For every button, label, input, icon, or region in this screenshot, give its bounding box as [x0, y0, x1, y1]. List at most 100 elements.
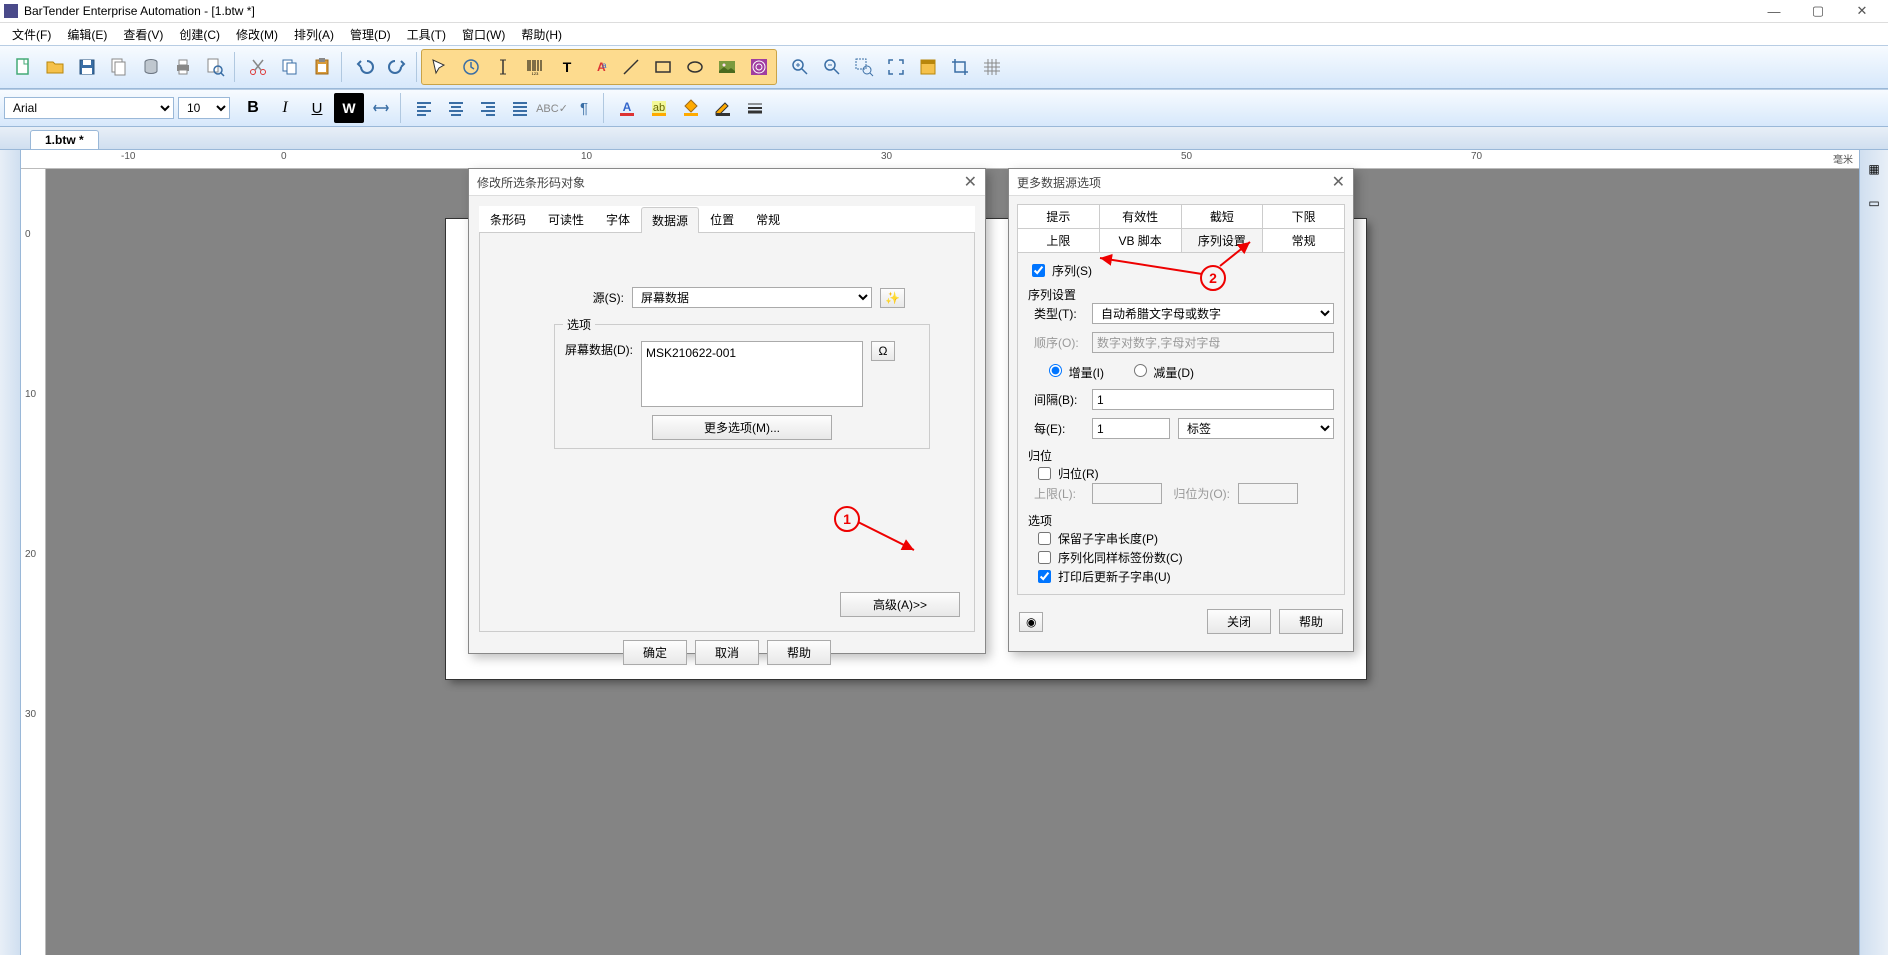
- interval-input[interactable]: [1092, 389, 1334, 410]
- keep-length-checkbox[interactable]: 保留子字串长度(P): [1034, 529, 1334, 548]
- tab-upper[interactable]: 上限: [1018, 229, 1100, 252]
- side-tool-1[interactable]: ▦: [1859, 154, 1888, 184]
- bold-icon[interactable]: B: [238, 93, 268, 123]
- cut-icon[interactable]: [243, 52, 273, 82]
- dialog2-close-icon[interactable]: ✕: [1332, 172, 1345, 192]
- tab-serialization[interactable]: 序列设置: [1182, 229, 1264, 252]
- line-icon[interactable]: [616, 52, 646, 82]
- menu-tools[interactable]: 工具(T): [399, 24, 454, 45]
- font-size-select[interactable]: 10: [178, 97, 230, 119]
- tab-barcode[interactable]: 条形码: [479, 206, 537, 232]
- justify-icon[interactable]: [505, 93, 535, 123]
- help2-button[interactable]: 帮助: [1279, 609, 1343, 634]
- serialize-copies-checkbox[interactable]: 序列化同样标签份数(C): [1034, 548, 1334, 567]
- menu-view[interactable]: 查看(V): [115, 24, 171, 45]
- paragraph-icon[interactable]: ¶: [569, 93, 599, 123]
- menu-manage[interactable]: 管理(D): [342, 24, 399, 45]
- tab-font[interactable]: 字体: [595, 206, 641, 232]
- underline-icon[interactable]: U: [302, 93, 332, 123]
- every-unit-select[interactable]: 标签: [1178, 418, 1334, 439]
- screendata-input[interactable]: [641, 341, 863, 407]
- text-icon[interactable]: T: [552, 52, 582, 82]
- redo-icon[interactable]: [382, 52, 412, 82]
- copy-icon[interactable]: [275, 52, 305, 82]
- zoom-in-icon[interactable]: [785, 52, 815, 82]
- clock-icon[interactable]: [456, 52, 486, 82]
- border-color-icon[interactable]: [708, 93, 738, 123]
- menu-window[interactable]: 窗口(W): [454, 24, 513, 45]
- close-button[interactable]: ✕: [1840, 0, 1884, 22]
- align-center-icon[interactable]: [441, 93, 471, 123]
- tab-vbscript[interactable]: VB 脚本: [1100, 229, 1182, 252]
- tab-datasource[interactable]: 数据源: [641, 207, 699, 233]
- align-left-icon[interactable]: [409, 93, 439, 123]
- new-icon[interactable]: [8, 52, 38, 82]
- menu-create[interactable]: 创建(C): [171, 24, 228, 45]
- omega-button[interactable]: Ω: [871, 341, 895, 361]
- menu-edit[interactable]: 编辑(E): [59, 24, 115, 45]
- open-icon[interactable]: [40, 52, 70, 82]
- menu-arrange[interactable]: 排列(A): [286, 24, 342, 45]
- database-icon[interactable]: [136, 52, 166, 82]
- minimize-button[interactable]: —: [1752, 0, 1796, 22]
- tab-validation[interactable]: 有效性: [1100, 205, 1182, 228]
- rectangle-icon[interactable]: [648, 52, 678, 82]
- tab-general[interactable]: 常规: [745, 206, 791, 232]
- cancel-button[interactable]: 取消: [695, 640, 759, 665]
- rfid-icon[interactable]: [744, 52, 774, 82]
- font-color-icon[interactable]: Aa: [584, 52, 614, 82]
- font-name-select[interactable]: Arial: [4, 97, 174, 119]
- menu-file[interactable]: 文件(F): [4, 24, 59, 45]
- document-tab[interactable]: 1.btw *: [30, 130, 99, 149]
- text-color-icon[interactable]: A: [612, 93, 642, 123]
- spellcheck-icon[interactable]: ABC✓: [537, 93, 567, 123]
- type-select[interactable]: 自动希腊文字母或数字: [1092, 303, 1334, 324]
- grid-icon[interactable]: [977, 52, 1007, 82]
- pointer-icon[interactable]: [424, 52, 454, 82]
- align-right-icon[interactable]: [473, 93, 503, 123]
- save-icon[interactable]: [72, 52, 102, 82]
- highlight-icon[interactable]: ab: [644, 93, 674, 123]
- source-wizard-button[interactable]: ✨: [880, 288, 905, 308]
- fit-screen-icon[interactable]: [881, 52, 911, 82]
- every-input[interactable]: [1092, 418, 1170, 439]
- close-button[interactable]: 关闭: [1207, 609, 1271, 634]
- source-select[interactable]: 屏幕数据: [632, 287, 872, 308]
- maximize-button[interactable]: ▢: [1796, 0, 1840, 22]
- barcode-icon[interactable]: 123: [520, 52, 550, 82]
- fill-color-icon[interactable]: [676, 93, 706, 123]
- menu-help[interactable]: 帮助(H): [513, 24, 570, 45]
- increment-radio[interactable]: 增量(I): [1034, 361, 1104, 381]
- actual-size-icon[interactable]: [913, 52, 943, 82]
- ok-button[interactable]: 确定: [623, 640, 687, 665]
- line-style-icon[interactable]: [740, 93, 770, 123]
- tab-position[interactable]: 位置: [699, 206, 745, 232]
- dialog1-close-icon[interactable]: ✕: [964, 172, 977, 192]
- reset-checkbox[interactable]: 归位(R): [1034, 464, 1334, 483]
- decrement-radio[interactable]: 减量(D): [1124, 361, 1194, 381]
- paste-icon[interactable]: [307, 52, 337, 82]
- more-options-button[interactable]: 更多选项(M)...: [652, 415, 832, 440]
- help-button[interactable]: 帮助: [767, 640, 831, 665]
- side-tool-2[interactable]: ▭: [1859, 188, 1888, 218]
- undo-icon[interactable]: [350, 52, 380, 82]
- italic-icon[interactable]: I: [270, 93, 300, 123]
- advanced-button[interactable]: 高级(A)>>: [840, 592, 960, 617]
- tab-lower[interactable]: 下限: [1263, 205, 1344, 228]
- save-as-icon[interactable]: [104, 52, 134, 82]
- print-icon[interactable]: [168, 52, 198, 82]
- tab-truncate[interactable]: 截短: [1182, 205, 1264, 228]
- text-cursor-icon[interactable]: [488, 52, 518, 82]
- tab-prompt[interactable]: 提示: [1018, 205, 1100, 228]
- print-preview-icon[interactable]: [200, 52, 230, 82]
- tab-general2[interactable]: 常规: [1263, 229, 1344, 252]
- scale-width-icon[interactable]: [366, 93, 396, 123]
- update-after-print-checkbox[interactable]: 打印后更新子字串(U): [1034, 567, 1334, 586]
- zoom-out-icon[interactable]: [817, 52, 847, 82]
- tab-readability[interactable]: 可读性: [537, 206, 595, 232]
- menu-modify[interactable]: 修改(M): [228, 24, 286, 45]
- crop-icon[interactable]: [945, 52, 975, 82]
- ellipse-icon[interactable]: [680, 52, 710, 82]
- zoom-region-icon[interactable]: [849, 52, 879, 82]
- inverse-icon[interactable]: W: [334, 93, 364, 123]
